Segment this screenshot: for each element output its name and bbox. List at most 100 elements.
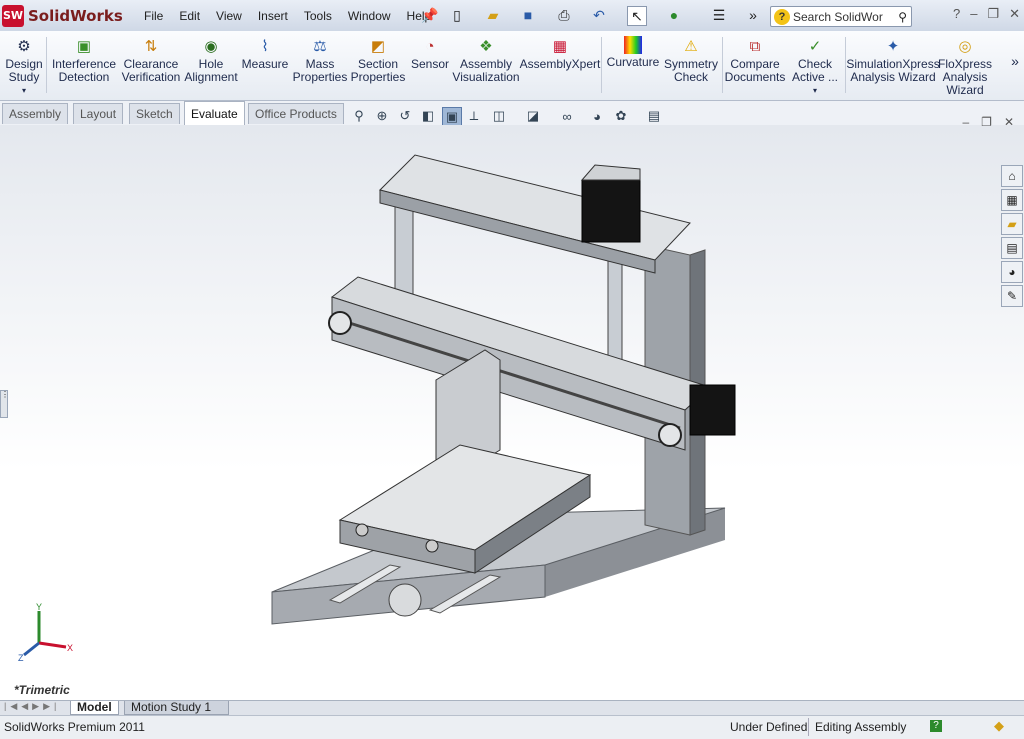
triad-x-label: X (67, 643, 73, 653)
menu-file[interactable]: File (136, 9, 171, 23)
curvature-icon (624, 36, 642, 54)
apply-scene-icon[interactable]: ✿ (612, 107, 630, 125)
mass-properties-button[interactable]: ⚖ Mass Properties (293, 36, 348, 84)
tab-assembly[interactable]: Assembly (2, 103, 69, 124)
doc-restore-icon[interactable]: ❐ (981, 115, 992, 129)
pulley-left (328, 311, 352, 335)
gear-icon (388, 583, 422, 617)
new-document-icon[interactable]: ▯ (448, 6, 466, 24)
view-orientation-icon[interactable]: ▣ (442, 107, 462, 127)
zoom-to-fit-icon[interactable]: ⚲ (350, 107, 368, 125)
edit-appearance-icon[interactable]: ◕ (588, 107, 606, 125)
window-controls: ? – ❐ ✕ (953, 6, 1020, 22)
custom-properties-icon[interactable]: ✎ (1001, 285, 1023, 307)
close-icon[interactable]: ✕ (1009, 6, 1020, 22)
stepper-motor-side (689, 384, 736, 436)
interference-icon: ▣ (76, 37, 92, 55)
open-folder-icon[interactable]: ▰ (484, 6, 502, 24)
solidworks-logo-icon: SW (2, 4, 24, 27)
search-box[interactable]: ? Search SolidWor ⚲ (770, 6, 912, 27)
coordinate-triad: Y X Z (18, 603, 73, 663)
pin-icon[interactable]: 📌 (421, 6, 439, 24)
interference-detection-button[interactable]: ▣ Interference Detection (50, 36, 118, 84)
view-settings-icon[interactable]: ▤ (645, 107, 663, 125)
app-logo[interactable]: SW SolidWorks (2, 3, 126, 28)
assembly-visualization-icon: ❖ (479, 37, 493, 55)
assembly-visualization-button[interactable]: ❖ Assembly Visualization (452, 36, 519, 84)
design-study-button[interactable]: ⚙ Design Study ▾ (5, 36, 42, 97)
separator (722, 37, 723, 93)
measure-button[interactable]: ⌇ Measure (242, 36, 289, 71)
minimize-icon[interactable]: – (970, 6, 977, 22)
section-properties-button[interactable]: ◩ Section Properties (351, 36, 406, 84)
undo-icon[interactable]: ↶ (590, 6, 608, 24)
save-icon[interactable]: ■ (519, 6, 537, 24)
doc-minimize-icon[interactable]: – (962, 115, 969, 129)
triad-z-label: Z (18, 653, 24, 663)
tab-model[interactable]: Model (70, 701, 119, 715)
menu-insert[interactable]: Insert (250, 9, 296, 23)
floxpress-button[interactable]: ◎ FloXpress Analysis Wizard (938, 36, 992, 97)
triad-y-label: Y (36, 603, 42, 612)
zoom-to-area-icon[interactable]: ⊕ (373, 107, 391, 125)
options-icon[interactable]: ☰ (710, 6, 728, 24)
symmetry-check-button[interactable]: ⚠ Symmetry Check (664, 36, 718, 84)
curvature-button[interactable]: Curvature (606, 36, 660, 69)
tab-office-products[interactable]: Office Products (248, 103, 344, 124)
stepper-motor-top (581, 179, 641, 243)
view-palette-icon[interactable]: ▤ (1001, 237, 1023, 259)
display-style-icon[interactable]: ◫ (490, 107, 508, 125)
tab-motion-study[interactable]: Motion Study 1 (124, 701, 229, 715)
sensor-button[interactable]: ◔ Sensor (410, 36, 450, 71)
doc-close-icon[interactable]: ✕ (1004, 115, 1014, 129)
command-manager: ⚙ Design Study ▾ ▣ Interference Detectio… (0, 31, 1024, 101)
document-window-controls: – ❐ ✕ (962, 115, 1014, 129)
menu-window[interactable]: Window (340, 9, 399, 23)
help-icon[interactable]: ? (953, 6, 960, 22)
search-icon[interactable]: ⚲ (898, 10, 907, 24)
previous-view-icon[interactable]: ↺ (396, 107, 414, 125)
measure-icon: ⌇ (261, 37, 269, 55)
restore-icon[interactable]: ❐ (987, 6, 999, 22)
graphics-area[interactable]: – ❐ ✕ ⌂ ▦ ▰ ▤ ◕ ✎ ⋮ Y X Z (0, 115, 1024, 700)
home-icon[interactable]: ⌂ (1001, 165, 1023, 187)
feature-manager-expand-icon[interactable]: ⋮ (0, 390, 9, 418)
hole-alignment-button[interactable]: ◉ Hole Alignment (184, 36, 237, 84)
tab-sketch[interactable]: Sketch (129, 103, 180, 124)
compare-documents-button[interactable]: ⧉ Compare Documents (725, 36, 786, 84)
print-icon[interactable]: ⎙ (555, 6, 573, 24)
definition-status: Under Defined (730, 720, 808, 734)
menu-edit[interactable]: Edit (171, 9, 208, 23)
help-search-icon: ? (774, 8, 790, 25)
tab-scroll-arrows-icon[interactable]: |◀◀▶▶| (4, 701, 60, 712)
design-study-icon: ⚙ (17, 37, 31, 55)
search-placeholder: Search SolidWor (793, 9, 883, 24)
assemblyxpert-button[interactable]: ▦ AssemblyXpert (520, 36, 601, 71)
simulationxpress-button[interactable]: ✦ SimulationXpress Analysis Wizard (846, 36, 939, 84)
bolt (355, 523, 369, 537)
cnc-machine-model[interactable] (260, 145, 750, 695)
more-commands-chevron-icon[interactable]: » (1008, 54, 1022, 68)
design-library-icon[interactable]: ▦ (1001, 189, 1023, 211)
help-status-icon[interactable]: ? (930, 720, 942, 732)
rebuild-icon[interactable]: ● (665, 6, 683, 24)
check-active-button[interactable]: ✓ Check Active ... ▾ (790, 36, 840, 97)
tag-icon[interactable]: ◆ (994, 718, 1004, 734)
tab-evaluate[interactable]: Evaluate (184, 101, 245, 126)
menu-tools[interactable]: Tools (296, 9, 340, 23)
view-type-icon[interactable]: ◪ (524, 107, 542, 125)
bottom-tabs: |◀◀▶▶| Model Motion Study 1 (0, 700, 1024, 715)
appearances-icon[interactable]: ◕ (1001, 261, 1023, 283)
file-explorer-icon[interactable]: ▰ (1001, 213, 1023, 235)
sensor-icon: ◔ (425, 37, 435, 55)
check-active-icon: ✓ (808, 37, 822, 55)
dynamic-annotation-icon[interactable]: ⟂ (465, 107, 483, 125)
hide-show-items-icon[interactable]: ∞ (558, 107, 576, 125)
clearance-verification-button[interactable]: ⇅ Clearance Verification (122, 36, 181, 84)
select-cursor-icon[interactable]: ↖ (627, 6, 647, 26)
section-view-icon[interactable]: ◧ (419, 107, 437, 125)
more-tools-icon[interactable]: » (744, 6, 762, 24)
tab-layout[interactable]: Layout (73, 103, 124, 124)
view-orientation-label: *Trimetric (14, 683, 70, 697)
menu-view[interactable]: View (208, 9, 250, 23)
